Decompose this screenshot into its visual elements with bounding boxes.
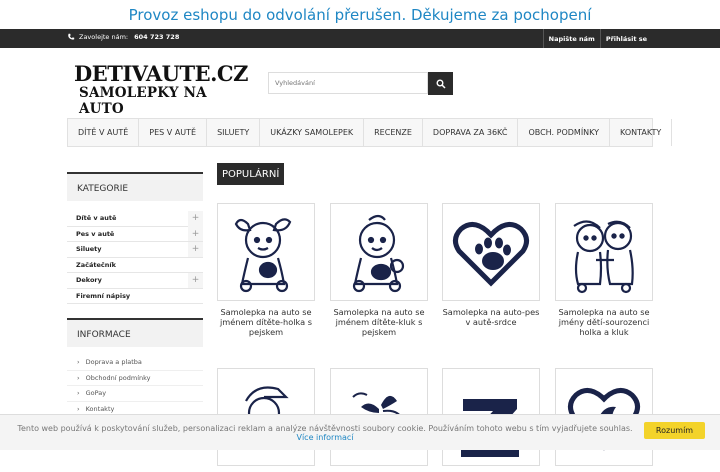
write-us-link[interactable]: Napište nám [542, 29, 600, 48]
product-name[interactable]: Samolepka na auto se jménem dítěte-kluk … [330, 307, 428, 337]
product-name[interactable]: Samolepka na auto-pes v autě-srdce [442, 307, 540, 327]
product-image[interactable] [217, 203, 315, 301]
product-name[interactable]: Samolepka na auto se jmény dětí-sourozen… [555, 307, 653, 337]
nav-item-kontakty[interactable]: KONTAKTY [610, 119, 673, 146]
product-image[interactable] [330, 203, 428, 301]
phone-icon [68, 33, 75, 40]
cookie-text: Tento web používá k poskytování služeb, … [10, 424, 640, 442]
cookie-accept-button[interactable]: Rozumím [644, 422, 705, 439]
info-link[interactable]: › Doprava a platba [67, 355, 203, 371]
login-link[interactable]: Přihlásit se [599, 29, 652, 48]
category-label: Začátečník [76, 260, 116, 269]
nav-item-recenze[interactable]: RECENZE [364, 119, 423, 146]
chevron-right-icon: › [77, 358, 80, 367]
paw-heart-icon [453, 222, 529, 287]
cookie-more-info-link[interactable]: Více informací [296, 433, 353, 442]
section-title: POPULÁRNÍ [217, 163, 285, 185]
category-item[interactable]: Dítě v autě + [67, 210, 203, 227]
cookie-message: Tento web používá k poskytování služeb, … [17, 424, 633, 433]
info-label: Obchodní podmínky [85, 373, 151, 382]
product-card[interactable]: Samolepka na auto se jménem dítěte-holka… [217, 203, 315, 337]
category-item[interactable]: Dekory + [67, 272, 203, 289]
chevron-right-icon: › [77, 389, 80, 398]
info-link[interactable]: › Obchodní podmínky [67, 371, 203, 386]
search-input[interactable] [268, 72, 428, 94]
chevron-right-icon: › [77, 404, 80, 413]
top-bar: Zavolejte nám: 604 723 728 Napište nám P… [0, 29, 720, 48]
product-card[interactable]: Samolepka na auto-pes v autě-srdce [442, 203, 540, 327]
cookie-banner: Tento web používá k poskytování služeb, … [0, 414, 720, 450]
expand-icon[interactable]: + [188, 272, 203, 288]
site-logo[interactable]: DETIVAUTE.CZ SAMOLEPKY NA AUTO [74, 61, 250, 117]
info-label: Doprava a platba [85, 358, 142, 367]
main-nav: DÍTĚ V AUTĚ PES V AUTĚ SILUETY UKÁZKY SA… [67, 118, 673, 147]
info-label: GoPay [85, 389, 107, 398]
category-item[interactable]: Siluety + [67, 241, 203, 258]
category-label: Pes v autě [76, 229, 115, 238]
nav-item-podminky[interactable]: OBCH. PODMÍNKY [518, 119, 611, 146]
phone-contact: Zavolejte nám: 604 723 728 [67, 33, 179, 41]
sidebar: KATEGORIE Dítě v autě + Pes v autě + Silue… [67, 172, 203, 417]
search-icon [436, 79, 446, 89]
product-card[interactable]: Samolepka na auto se jménem dítěte-kluk … [330, 203, 428, 337]
nav-item-ukazky[interactable]: UKÁZKY SAMOLEPEK [260, 119, 365, 146]
info-label: Kontakty [85, 404, 115, 413]
product-card[interactable]: Samolepka na auto se jmény dětí-sourozen… [555, 203, 653, 337]
phone-label: Zavolejte nám: [79, 33, 129, 41]
closure-notice: Provoz eshopu do odvolání přerušen. Děku… [0, 0, 720, 30]
product-name[interactable]: Samolepka na auto se jménem dítěte-holka… [217, 307, 315, 337]
product-image[interactable] [555, 203, 653, 301]
category-item[interactable]: Začátečník [67, 258, 203, 273]
category-label: Siluety [76, 245, 102, 254]
category-item[interactable]: Pes v autě + [67, 226, 203, 242]
girl-with-dog-icon [234, 218, 292, 293]
category-label: Dekory [76, 276, 102, 285]
category-item[interactable]: Firemní nápisy [67, 289, 203, 304]
search-button[interactable] [428, 72, 453, 95]
logo-subtitle: SAMOLEPKY NA AUTO [79, 85, 207, 117]
expand-icon[interactable]: + [188, 241, 203, 257]
main-content: POPULÁRNÍ Samolepka na auto se jménem dí… [217, 162, 653, 466]
nav-item-pes-v-aute[interactable]: PES V AUTĚ [139, 119, 208, 146]
info-link[interactable]: › GoPay [67, 386, 203, 402]
nav-item-siluety[interactable]: SILUETY [207, 119, 261, 146]
info-list: › Doprava a platba › Obchodní podmínky › Go… [67, 355, 203, 417]
info-heading: INFORMACE [67, 318, 203, 347]
expand-icon[interactable]: + [188, 210, 203, 226]
chevron-right-icon: › [77, 373, 80, 382]
expand-icon[interactable]: + [188, 226, 203, 242]
phone-number[interactable]: 604 723 728 [134, 33, 179, 41]
top-links: Napište nám Přihlásit se [542, 29, 652, 48]
categories-heading: KATEGORIE [67, 172, 203, 201]
product-image[interactable] [442, 203, 540, 301]
category-label: Firemní nápisy [76, 291, 131, 300]
nav-item-doprava[interactable]: DOPRAVA ZA 36KČ [423, 119, 519, 146]
boy-with-dog-icon [352, 214, 405, 293]
siblings-icon [573, 220, 634, 294]
category-list: Dítě v autě + Pes v autě + Siluety + Začáte… [67, 210, 203, 304]
logo-title: DETIVAUTE.CZ [74, 61, 248, 86]
nav-item-dite-v-aute[interactable]: DÍTĚ V AUTĚ [68, 119, 140, 146]
category-label: Dítě v autě [76, 214, 117, 223]
